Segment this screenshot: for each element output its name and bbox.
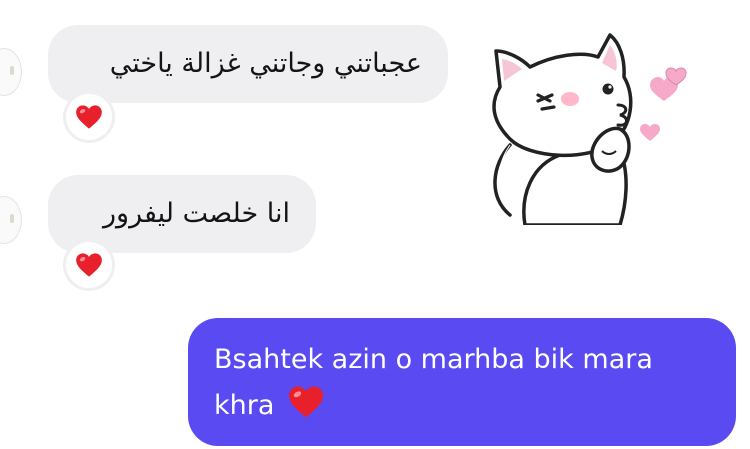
heart-icon — [76, 253, 102, 277]
cat-sticker[interactable] — [470, 25, 700, 225]
pink-heart-icon — [640, 124, 660, 141]
message-text: Bsahtek azin o marhba bik mara khra — [214, 344, 653, 421]
heart-reaction-badge[interactable] — [66, 242, 112, 288]
sender-avatar[interactable] — [0, 196, 22, 244]
message-text: عجباتني وجاتني غزالة ياختي — [109, 48, 422, 79]
incoming-message-bubble[interactable]: عجباتني وجاتني غزالة ياختي — [48, 25, 448, 103]
heart-icon — [76, 105, 102, 129]
heart-emoji-icon — [289, 386, 323, 418]
outgoing-message-bubble[interactable]: Bsahtek azin o marhba bik mara khra — [188, 318, 736, 446]
heart-reaction-badge[interactable] — [66, 94, 112, 140]
sender-avatar[interactable] — [0, 48, 22, 96]
message-text: انا خلصت ليفرور — [103, 198, 290, 229]
